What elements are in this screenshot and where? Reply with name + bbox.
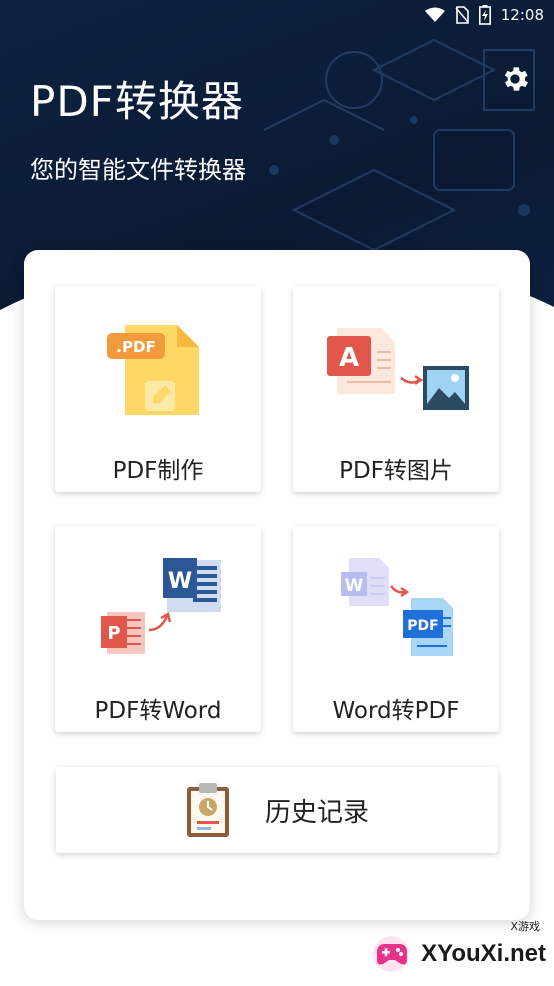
battery-icon <box>478 5 491 25</box>
tile-word-to-pdf[interactable]: W PDF Word转PDF <box>293 526 499 732</box>
gamepad-logo-icon <box>373 936 410 972</box>
tile-label: PDF制作 <box>112 458 204 484</box>
svg-text:A: A <box>339 343 359 373</box>
svg-text:PDF: PDF <box>407 618 438 634</box>
app-subtitle: 您的智能文件转换器 <box>30 156 246 184</box>
svg-text:W: W <box>168 569 192 594</box>
gear-icon <box>504 67 528 91</box>
clipboard-clock-icon <box>186 783 229 837</box>
history-label: 历史记录 <box>264 797 369 828</box>
pdf-document-icon: .PDF <box>107 325 199 415</box>
no-sim-icon <box>455 6 469 24</box>
watermark-text: XYouXi.net <box>421 940 546 967</box>
status-time: 12:08 <box>500 6 544 24</box>
tile-label: PDF转图片 <box>339 458 453 484</box>
tile-label: Word转PDF <box>332 698 460 724</box>
svg-text:.PDF: .PDF <box>116 338 155 356</box>
pdf-to-word-icon: W P <box>101 558 221 654</box>
tile-label: PDF转Word <box>94 698 222 724</box>
tile-pdf-to-word[interactable]: W P PDF转Word <box>55 526 261 732</box>
svg-text:W: W <box>345 576 364 596</box>
app-title: PDF转换器 <box>30 77 244 126</box>
history-button[interactable]: 历史记录 <box>56 767 498 853</box>
word-to-pdf-icon: W PDF <box>341 558 453 656</box>
tile-pdf-to-image[interactable]: A PDF转图片 <box>293 286 499 492</box>
watermark-small-text: X游戏 <box>510 920 540 933</box>
pdf-to-image-icon: A <box>327 328 469 410</box>
tech-decoration-graphic <box>263 38 535 250</box>
tile-pdf-create[interactable]: .PDF PDF制作 <box>55 286 261 492</box>
main-card: .PDF PDF制作 A PDF转图片 W P PDF转Word W PDF W… <box>24 250 530 920</box>
settings-button[interactable] <box>496 60 534 98</box>
wifi-icon <box>424 7 445 22</box>
status-bar: 12:08 <box>0 0 554 30</box>
svg-text:P: P <box>107 623 120 644</box>
watermark: XYouXi.net X游戏 <box>371 920 546 974</box>
